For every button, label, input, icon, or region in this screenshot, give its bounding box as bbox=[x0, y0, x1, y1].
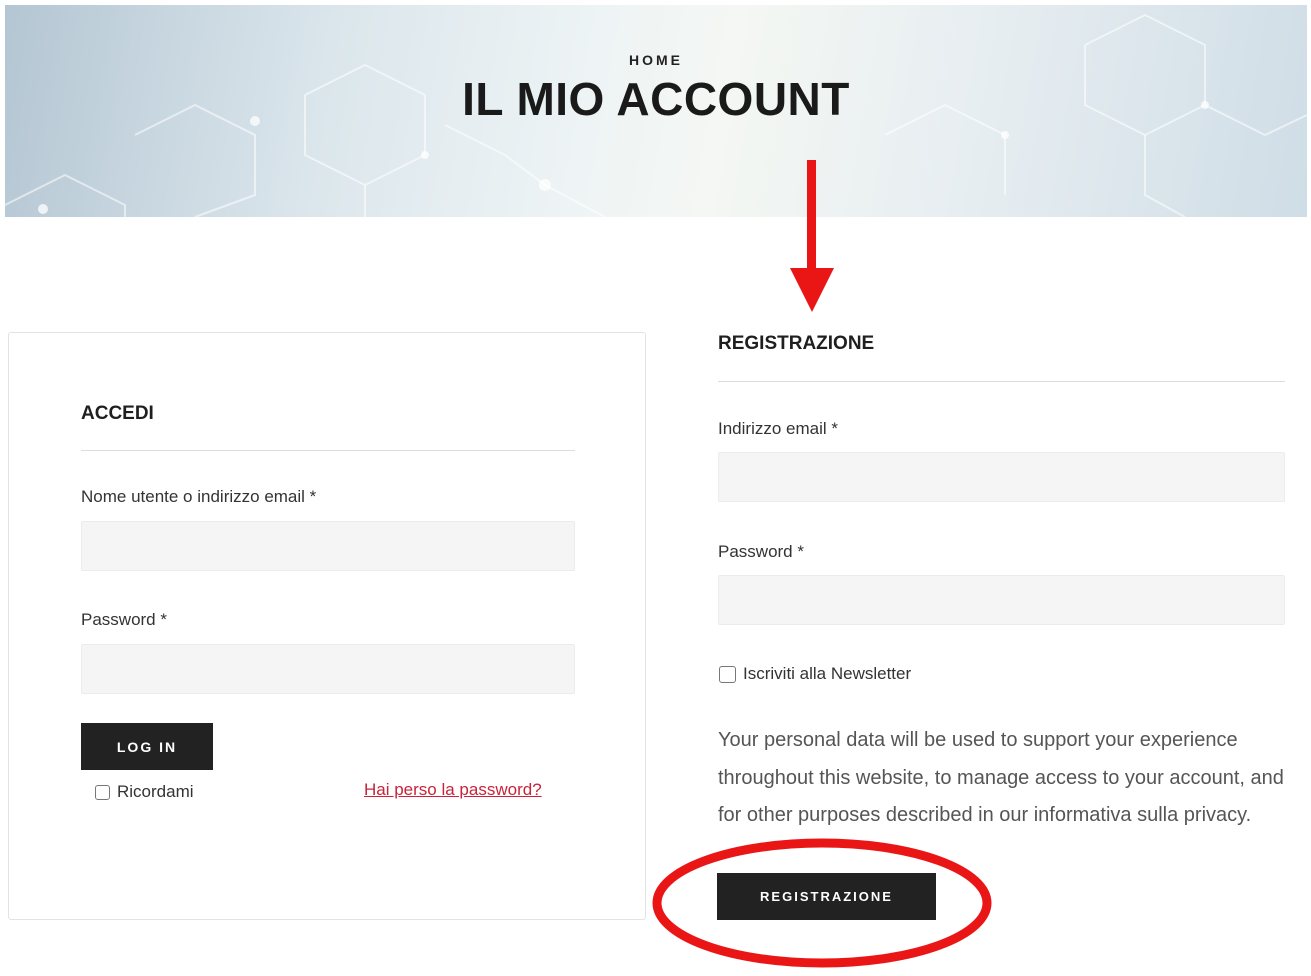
register-password-input[interactable] bbox=[718, 575, 1285, 625]
register-email-label: Indirizzo email * bbox=[718, 419, 838, 438]
username-label: Nome utente o indirizzo email * bbox=[81, 487, 317, 506]
newsletter-row[interactable]: Iscriviti alla Newsletter bbox=[719, 664, 911, 684]
login-panel: ACCEDI Nome utente o indirizzo email * P… bbox=[8, 332, 646, 920]
register-email-input[interactable] bbox=[718, 452, 1285, 502]
login-divider bbox=[81, 450, 575, 451]
annotation-arrow-shaft bbox=[807, 160, 816, 272]
login-password-label: Password * bbox=[81, 610, 167, 629]
login-button[interactable]: LOG IN bbox=[81, 723, 213, 770]
login-title: ACCEDI bbox=[81, 403, 154, 424]
remember-me-row[interactable]: Ricordami bbox=[95, 782, 194, 802]
remember-me-label: Ricordami bbox=[117, 782, 194, 801]
arrow-down-icon bbox=[790, 268, 834, 312]
breadcrumb[interactable]: HOME bbox=[5, 52, 1307, 68]
register-divider bbox=[718, 381, 1285, 382]
newsletter-label: Iscriviti alla Newsletter bbox=[743, 664, 912, 683]
newsletter-checkbox[interactable] bbox=[719, 665, 736, 683]
username-input[interactable] bbox=[81, 521, 575, 571]
lost-password-link[interactable]: Hai perso la password? bbox=[364, 780, 542, 800]
register-password-label: Password * bbox=[718, 542, 804, 561]
privacy-notice: Your personal data will be used to suppo… bbox=[718, 729, 1284, 826]
remember-me-checkbox[interactable] bbox=[95, 784, 110, 800]
login-password-input[interactable] bbox=[81, 644, 575, 694]
page-title: IL MIO ACCOUNT bbox=[462, 73, 850, 125]
register-button[interactable]: REGISTRAZIONE bbox=[717, 873, 936, 920]
register-title: REGISTRAZIONE bbox=[718, 333, 875, 354]
page-header-banner: HOME IL MIO ACCOUNT bbox=[5, 5, 1307, 217]
